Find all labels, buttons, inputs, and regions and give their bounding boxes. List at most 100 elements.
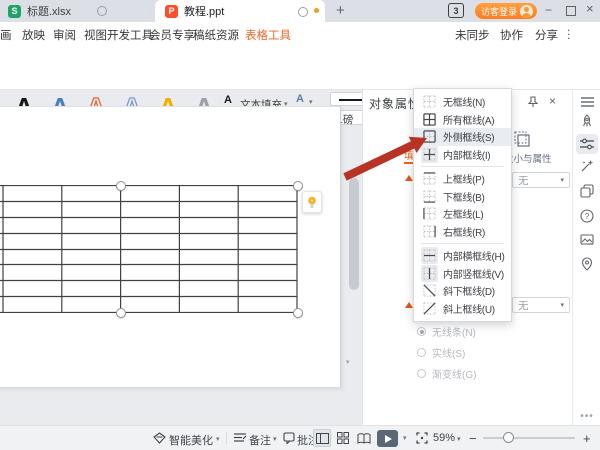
caret-down-icon: ▾ <box>216 435 220 443</box>
new-tab-button[interactable]: + <box>336 2 345 19</box>
tab-sync-icon <box>97 6 107 16</box>
line-radio-1[interactable]: 实线(S) <box>417 345 476 360</box>
border-inside-v-icon <box>421 265 438 282</box>
image-edit-icon[interactable] <box>579 232 595 248</box>
border-menu-item-all[interactable]: 所有框线(A) <box>414 111 511 129</box>
border-left-icon <box>421 205 438 222</box>
layers-icon[interactable] <box>579 183 595 199</box>
normal-view-button[interactable] <box>313 429 331 447</box>
lightbulb-icon <box>307 196 317 209</box>
caret-down-icon: ▾ <box>560 176 564 184</box>
help-icon[interactable]: ? <box>579 208 595 224</box>
border-menu-item-inside-v[interactable]: 内部竖框线(V) <box>414 265 511 283</box>
border-menu-item-label: 斜下框线(D) <box>443 283 495 298</box>
border-menu-item-bottom[interactable]: 下框线(B) <box>414 188 511 206</box>
line-radio-0[interactable]: 无线条(N) <box>417 324 476 339</box>
hamburger-menu-icon[interactable] <box>579 94 595 110</box>
caret-down-icon: ▾ <box>403 434 407 442</box>
border-menu-item-label: 左框线(L) <box>443 206 483 221</box>
object-properties-icon[interactable] <box>576 134 598 154</box>
ppt-file-icon: P <box>165 5 178 18</box>
smart-tip-button[interactable] <box>302 191 322 213</box>
magic-wand-icon[interactable] <box>579 158 595 174</box>
border-menu-item-diag-down[interactable]: 斜下框线(D) <box>414 282 511 300</box>
zoom-level[interactable]: 59% <box>433 432 455 444</box>
border-menu-item-label: 内部竖框线(V) <box>443 266 504 281</box>
table-handle-top-center[interactable] <box>116 181 126 191</box>
svg-text:?: ? <box>585 212 590 221</box>
fit-slide-icon[interactable] <box>416 432 428 444</box>
location-icon[interactable] <box>579 256 595 272</box>
collaborate-button[interactable]: 协作 <box>500 27 523 43</box>
radio-label: 实线(S) <box>432 345 465 360</box>
table-handle-bottom-right[interactable] <box>293 308 303 318</box>
border-menu-item-diag-up[interactable]: 斜上框线(U) <box>414 300 511 318</box>
border-menu-item-inside-h[interactable]: 内部横框线(H) <box>414 247 511 265</box>
menu-item-3[interactable]: 视图 <box>84 27 107 43</box>
guest-login-button[interactable]: 访客登录 <box>475 3 537 19</box>
border-menu-item-label: 斜上框线(U) <box>443 301 495 316</box>
ribbon-toolbar: AAAAAA ▾ A 文本填充 ▾ A 文本轮廓 ▾ A ▾ 文本效果 ▾ ▾ … <box>0 44 600 90</box>
table-handle-top-right[interactable] <box>293 181 303 191</box>
smart-beautify-button[interactable]: 智能美化 <box>169 432 213 448</box>
tab-spreadsheet[interactable]: S 标题.xlsx <box>8 0 71 22</box>
tab-presentation-label: 教程.ppt <box>184 3 224 19</box>
maximize-button[interactable] <box>566 6 576 16</box>
menu-item-2[interactable]: 审阅 <box>53 27 76 43</box>
border-dropdown-menu: 无框线(N)所有框线(A)外侧框线(S)内部框线(I)上框线(P)下框线(B)左… <box>413 88 512 322</box>
menu-item-1[interactable]: 放映 <box>22 27 45 43</box>
tab-table-tools[interactable]: 表格工具 <box>245 27 291 43</box>
table[interactable] <box>0 185 298 313</box>
pin-icon[interactable] <box>527 96 539 108</box>
caret-down-icon: ▾ <box>560 301 564 309</box>
tab-spreadsheet-label: 标题.xlsx <box>27 3 71 19</box>
line-dropdown-value: 无 <box>518 298 529 313</box>
unsaved-dot-icon <box>314 8 319 13</box>
menu-item-5[interactable]: 会员专享 <box>149 27 195 43</box>
line-radio-2[interactable]: 渐变线(G) <box>417 366 476 381</box>
rocket-icon[interactable] <box>579 113 595 129</box>
zoom-out-button[interactable]: − <box>469 431 477 446</box>
section-collapse-icon[interactable] <box>405 302 413 308</box>
border-menu-item-left[interactable]: 左框线(L) <box>414 205 511 223</box>
close-button[interactable]: × <box>586 3 594 15</box>
border-none-icon <box>421 93 438 110</box>
vertical-scrollbar[interactable] <box>349 178 359 290</box>
border-menu-item-label: 内部框线(I) <box>443 147 490 162</box>
zoom-slider-track[interactable] <box>483 437 575 439</box>
radio-icon <box>417 327 426 336</box>
slide-sorter-view-button[interactable] <box>334 429 352 447</box>
sync-status-button[interactable]: 未同步 <box>455 27 490 43</box>
reading-view-button[interactable] <box>355 429 373 447</box>
guest-login-label: 访客登录 <box>481 5 517 18</box>
more-tools-icon[interactable]: ••• <box>579 408 595 424</box>
border-all-icon <box>421 111 438 128</box>
menu-item-6[interactable]: 稿纸资源 <box>193 27 239 43</box>
scroll-down-icon[interactable]: ▾ <box>346 358 350 366</box>
share-button[interactable]: 分享 <box>535 27 558 43</box>
radio-icon <box>417 348 426 357</box>
radio-label: 无线条(N) <box>432 324 476 339</box>
close-panel-icon[interactable]: × <box>549 94 556 108</box>
fill-dropdown-value: 无 <box>518 173 529 188</box>
tab-divider <box>150 4 151 18</box>
size-prop-tab-icon <box>514 131 530 147</box>
window-count-badge[interactable]: 3 <box>448 3 464 18</box>
border-menu-item-right[interactable]: 右框线(R) <box>414 223 511 241</box>
menu-item-4[interactable]: 开发工具 <box>107 27 153 43</box>
more-menu-button[interactable]: ⋮ <box>563 27 575 41</box>
border-menu-item-none[interactable]: 无框线(N) <box>414 93 511 111</box>
line-dropdown[interactable]: 无 ▾ <box>512 297 570 313</box>
notes-button[interactable]: 备注 <box>249 432 271 448</box>
menu-item-0[interactable]: 画 <box>0 27 12 43</box>
menu-separator <box>421 243 504 244</box>
minimize-button[interactable]: − <box>545 4 552 16</box>
caret-down-icon: ▾ <box>457 435 461 443</box>
table-handle-bottom-center[interactable] <box>116 308 126 318</box>
play-slideshow-button[interactable] <box>377 430 398 447</box>
zoom-in-button[interactable]: + <box>583 431 591 446</box>
fill-dropdown[interactable]: 无 ▾ <box>512 172 570 188</box>
notes-icon <box>234 433 246 443</box>
zoom-slider-knob[interactable] <box>503 432 514 443</box>
comment-icon <box>283 432 295 444</box>
